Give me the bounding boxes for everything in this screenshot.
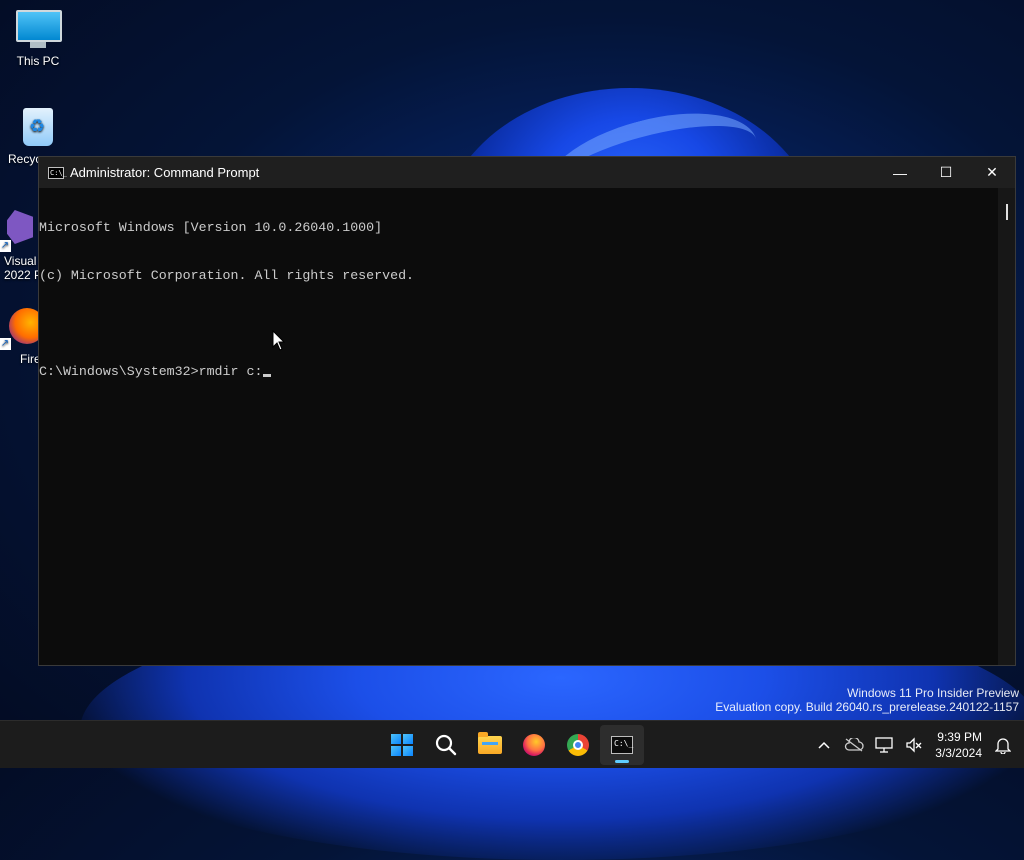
desktop-icon-this-pc[interactable]: This PC: [0, 10, 76, 68]
command-prompt-icon: C:\_: [611, 736, 633, 754]
notifications-button[interactable]: [988, 725, 1018, 765]
desktop-icon-label: Fire: [20, 352, 41, 366]
volume-button[interactable]: [899, 725, 929, 765]
desktop-icon-label: This PC: [16, 54, 60, 68]
console-scrollbar[interactable]: [998, 188, 1015, 665]
onedrive-button[interactable]: [839, 725, 869, 765]
chevron-up-icon: [818, 741, 830, 749]
windows-start-icon: [391, 734, 413, 756]
start-button[interactable]: [380, 725, 424, 765]
file-explorer-button[interactable]: [468, 725, 512, 765]
watermark-line: Windows 11 Pro Insider Preview: [847, 686, 1019, 700]
desktop-icon-visual-studio[interactable]: ↗ Visual 2022 P: [0, 210, 42, 282]
bell-icon: [995, 738, 1011, 754]
shortcut-arrow-icon: ↗: [0, 240, 11, 252]
command-prompt-taskbar-button[interactable]: C:\_: [600, 725, 644, 765]
cloud-off-icon: [845, 738, 864, 752]
recycle-bin-icon: [16, 108, 60, 148]
console-line: (c) Microsoft Corporation. All rights re…: [39, 268, 415, 283]
file-explorer-icon: [478, 732, 502, 754]
maximize-button[interactable]: ☐: [923, 157, 969, 188]
chrome-button[interactable]: [556, 725, 600, 765]
monitor-icon: [16, 10, 62, 50]
text-cursor: [263, 374, 272, 377]
shortcut-arrow-icon: ↗: [0, 338, 11, 350]
firefox-button[interactable]: [512, 725, 556, 765]
console-input[interactable]: C:\Windows\System32>rmdir c:: [39, 364, 262, 379]
scrollbar-thumb[interactable]: [1006, 204, 1008, 220]
command-prompt-window[interactable]: C:\_ Administrator: Command Prompt — ☐ ✕…: [38, 156, 1016, 666]
network-icon: [875, 737, 893, 753]
system-tray: 9:39 PM 3/3/2024: [809, 721, 1024, 769]
desktop-icon-label: Visual 2022 P: [4, 254, 42, 282]
visual-studio-icon: ↗: [0, 210, 39, 252]
close-button[interactable]: ✕: [969, 157, 1015, 188]
console-line: Microsoft Windows [Version 10.0.26040.10…: [39, 220, 383, 235]
watermark-line: Evaluation copy. Build 26040.rs_prerelea…: [715, 700, 1019, 714]
chrome-icon: [567, 734, 589, 756]
firefox-icon: ↗: [0, 308, 45, 350]
clock-time: 9:39 PM: [937, 730, 982, 744]
desktop-icon-firefox[interactable]: ↗ Fire: [0, 308, 45, 366]
taskbar-clock[interactable]: 9:39 PM 3/3/2024: [929, 729, 988, 761]
console-prompt-line[interactable]: C:\Windows\System32>rmdir c:: [39, 364, 998, 380]
taskbar: C:\_ 9:39 PM 3/3/2024: [0, 720, 1024, 768]
search-icon: [435, 734, 457, 756]
volume-muted-icon: [906, 737, 922, 753]
window-titlebar[interactable]: C:\_ Administrator: Command Prompt — ☐ ✕: [39, 157, 1015, 188]
evaluation-watermark: Windows 11 Pro Insider Preview Evaluatio…: [715, 686, 1019, 714]
show-hidden-icons-button[interactable]: [809, 725, 839, 765]
window-title: Administrator: Command Prompt: [70, 165, 260, 180]
search-button[interactable]: [424, 725, 468, 765]
console-output[interactable]: Microsoft Windows [Version 10.0.26040.10…: [39, 188, 998, 665]
command-prompt-icon: C:\_: [48, 166, 67, 179]
taskbar-apps: C:\_: [380, 721, 644, 769]
firefox-icon: [523, 734, 545, 756]
network-button[interactable]: [869, 725, 899, 765]
minimize-button[interactable]: —: [877, 157, 923, 188]
clock-date: 3/3/2024: [935, 746, 982, 760]
